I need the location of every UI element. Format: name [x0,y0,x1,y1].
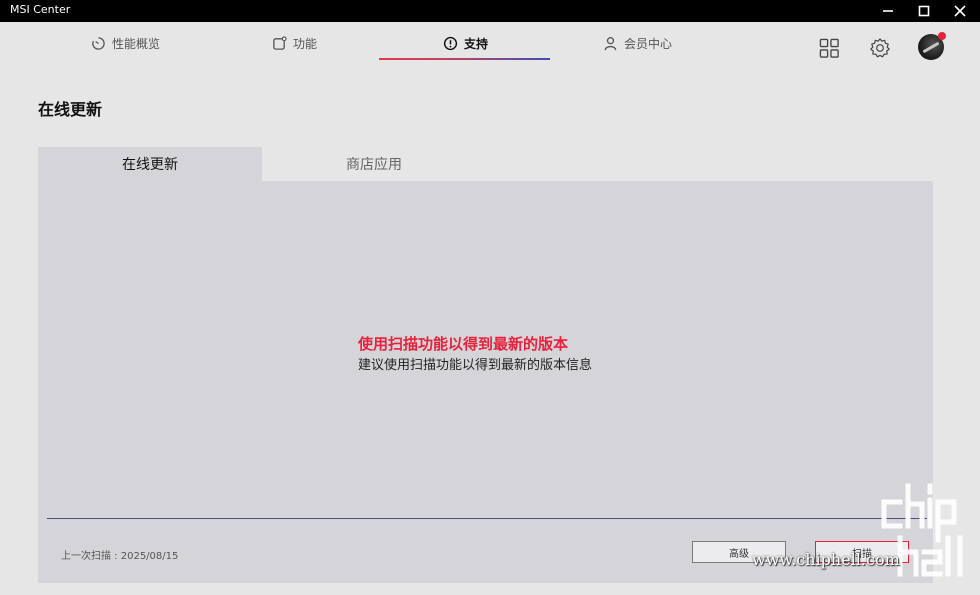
close-button[interactable] [942,0,978,22]
minimize-button[interactable] [870,0,906,22]
subtab-online-update[interactable]: 在线更新 [38,147,262,181]
gear-icon [870,38,890,58]
notification-dot [938,32,946,40]
title-bar: MSI Center [0,0,980,22]
subtab-store-apps[interactable]: 商店应用 [262,147,486,181]
content-panel: 使用扫描功能以得到最新的版本 建议使用扫描功能以得到最新的版本信息 上一次扫描 … [38,181,933,583]
member-icon [602,35,618,51]
scan-headline: 使用扫描功能以得到最新的版本 [358,335,569,353]
watermark-text: www.chiphell.com [752,550,900,569]
tab-support-label: 支持 [464,36,489,51]
maximize-icon [918,5,930,17]
active-tab-indicator [379,58,550,60]
tab-member-label: 会员中心 [624,36,673,51]
divider [47,518,927,519]
top-navigation: 性能概览 功能 支持 会员中心 [0,22,980,72]
avatar-stripe [922,41,940,54]
last-scan-text: 上一次扫描 : 2025/08/15 [61,551,179,562]
grid-icon [819,38,839,58]
maximize-button[interactable] [906,0,942,22]
close-icon [954,5,966,17]
support-icon [442,35,458,51]
tab-features-label: 功能 [293,36,318,51]
apps-grid-button[interactable] [817,36,841,60]
minimize-icon [883,10,893,12]
avatar[interactable] [918,32,946,60]
tab-support[interactable]: 支持 [442,32,488,54]
app-title: MSI Center [10,3,71,16]
tab-performance-label: 性能概览 [112,36,161,51]
app-window: MSI Center 性能概览 功能 支持 会员中心 在线更新 在线更新 商店应… [0,0,980,595]
scan-description: 建议使用扫描功能以得到最新的版本信息 [358,358,593,373]
performance-icon [90,35,106,51]
settings-button[interactable] [868,36,892,60]
tab-member-center[interactable]: 会员中心 [602,32,672,54]
tab-performance[interactable]: 性能概览 [90,32,160,54]
page-title: 在线更新 [38,100,103,119]
features-icon [271,35,287,51]
tab-features[interactable]: 功能 [271,32,317,54]
